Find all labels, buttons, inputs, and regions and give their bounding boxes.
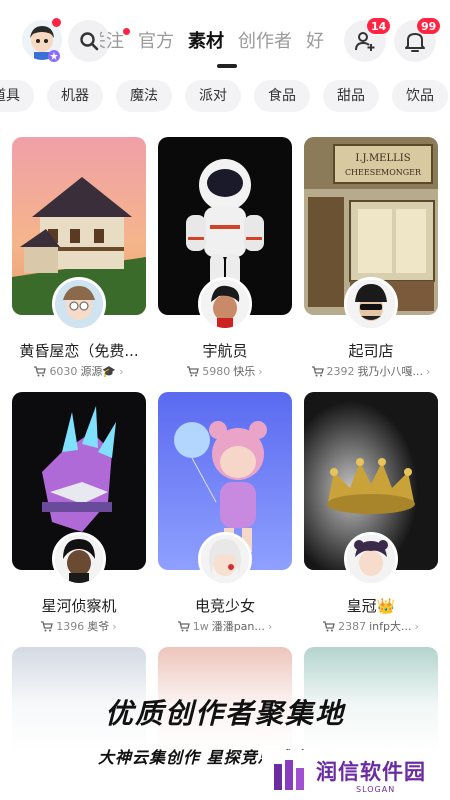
watermark: 润信软件园 SLOGAN bbox=[262, 750, 450, 800]
active-tab-indicator bbox=[217, 64, 237, 68]
creator-name[interactable]: 快乐 bbox=[233, 365, 255, 378]
shop-sign-line2: CHEESEMONGER bbox=[345, 168, 422, 177]
creator-avatar[interactable] bbox=[344, 532, 398, 586]
cart-icon bbox=[177, 621, 190, 632]
chip-magic[interactable]: 魔法 bbox=[116, 80, 172, 112]
chip-props[interactable]: 道具 bbox=[0, 80, 34, 112]
chip-machines[interactable]: 机器 bbox=[47, 80, 103, 112]
card-title: 黄昏屋恋（免费... bbox=[19, 342, 139, 360]
card-meta: 1396 奥爷 › bbox=[12, 618, 146, 634]
follow-badge: 14 bbox=[366, 17, 392, 35]
card-meta: 6030 源源🎓 › bbox=[12, 363, 146, 379]
cart-icon bbox=[311, 366, 324, 377]
chevron-right-icon: › bbox=[426, 365, 431, 378]
chip-party[interactable]: 派对 bbox=[185, 80, 241, 112]
tab-following-dot bbox=[123, 28, 130, 35]
creator-name[interactable]: 潘潘pan... bbox=[212, 620, 265, 633]
search-icon bbox=[80, 32, 99, 51]
tab-materials[interactable]: 素材 bbox=[188, 22, 224, 62]
card-title: 皇冠👑 bbox=[346, 597, 396, 615]
creator-avatar[interactable] bbox=[52, 532, 106, 586]
shop-sign-line1: I.J.MELLIS bbox=[355, 153, 410, 164]
card-meta: 1w 潘潘pan... › bbox=[158, 618, 292, 634]
card-title: 电竞少女 bbox=[194, 597, 255, 615]
chevron-right-icon: › bbox=[414, 620, 419, 633]
creator-name[interactable]: infp大... bbox=[369, 620, 411, 633]
watermark-slogan: SLOGAN bbox=[356, 785, 396, 794]
tab-official[interactable]: 官方 bbox=[138, 22, 174, 62]
cart-icon bbox=[34, 366, 47, 377]
card-title: 起司店 bbox=[348, 342, 394, 360]
tab-creators[interactable]: 创作者 bbox=[238, 22, 292, 62]
tab-friends[interactable]: 好 bbox=[306, 22, 324, 62]
watermark-logo-icon bbox=[274, 760, 304, 790]
chip-drinks[interactable]: 饮品 bbox=[392, 80, 448, 112]
cart-icon bbox=[323, 621, 335, 632]
card-meta: 2392 我乃小八嘎... › bbox=[304, 363, 438, 379]
watermark-text: 润信软件园 bbox=[316, 760, 426, 784]
card-title: 星河侦察机 bbox=[41, 597, 117, 615]
creator-avatar[interactable] bbox=[198, 532, 252, 586]
creator-name[interactable]: 我乃小八嘎... bbox=[358, 365, 424, 378]
my-avatar-dot bbox=[52, 18, 61, 27]
creator-name[interactable]: 源源🎓 bbox=[80, 365, 116, 378]
card-meta: 2387 infp大... › bbox=[304, 618, 438, 634]
promo-title: 优质创作者聚集地 bbox=[104, 697, 345, 730]
creator-avatar[interactable] bbox=[52, 277, 106, 331]
cart-icon bbox=[187, 366, 200, 377]
chevron-right-icon: › bbox=[119, 365, 124, 378]
star-badge-icon bbox=[48, 50, 60, 62]
category-chips: 道具机器魔法派对食品甜品饮品化妆 bbox=[0, 80, 450, 114]
tab-following[interactable]: 关注 bbox=[100, 22, 130, 62]
chevron-right-icon: › bbox=[258, 365, 263, 378]
card-title: 宇航员 bbox=[202, 342, 248, 360]
top-tabs: 关注官方素材创作者好 bbox=[100, 22, 340, 62]
chevron-right-icon: › bbox=[267, 620, 273, 633]
creator-name[interactable]: 奥爷 bbox=[87, 620, 109, 633]
notify-badge: 99 bbox=[416, 17, 442, 35]
add-friend-button[interactable]: 14 bbox=[344, 17, 392, 62]
chevron-right-icon: › bbox=[112, 620, 117, 633]
notifications-button[interactable]: 99 bbox=[394, 17, 442, 62]
creator-avatar[interactable] bbox=[198, 277, 252, 331]
cart-icon bbox=[41, 621, 54, 632]
chip-dessert[interactable]: 甜品 bbox=[323, 80, 379, 112]
card-meta: 5980 快乐 › bbox=[158, 363, 292, 379]
top-bar: 关注官方素材创作者好 14 99 bbox=[0, 0, 450, 70]
chip-food[interactable]: 食品 bbox=[254, 80, 310, 112]
creator-avatar[interactable] bbox=[344, 277, 398, 331]
